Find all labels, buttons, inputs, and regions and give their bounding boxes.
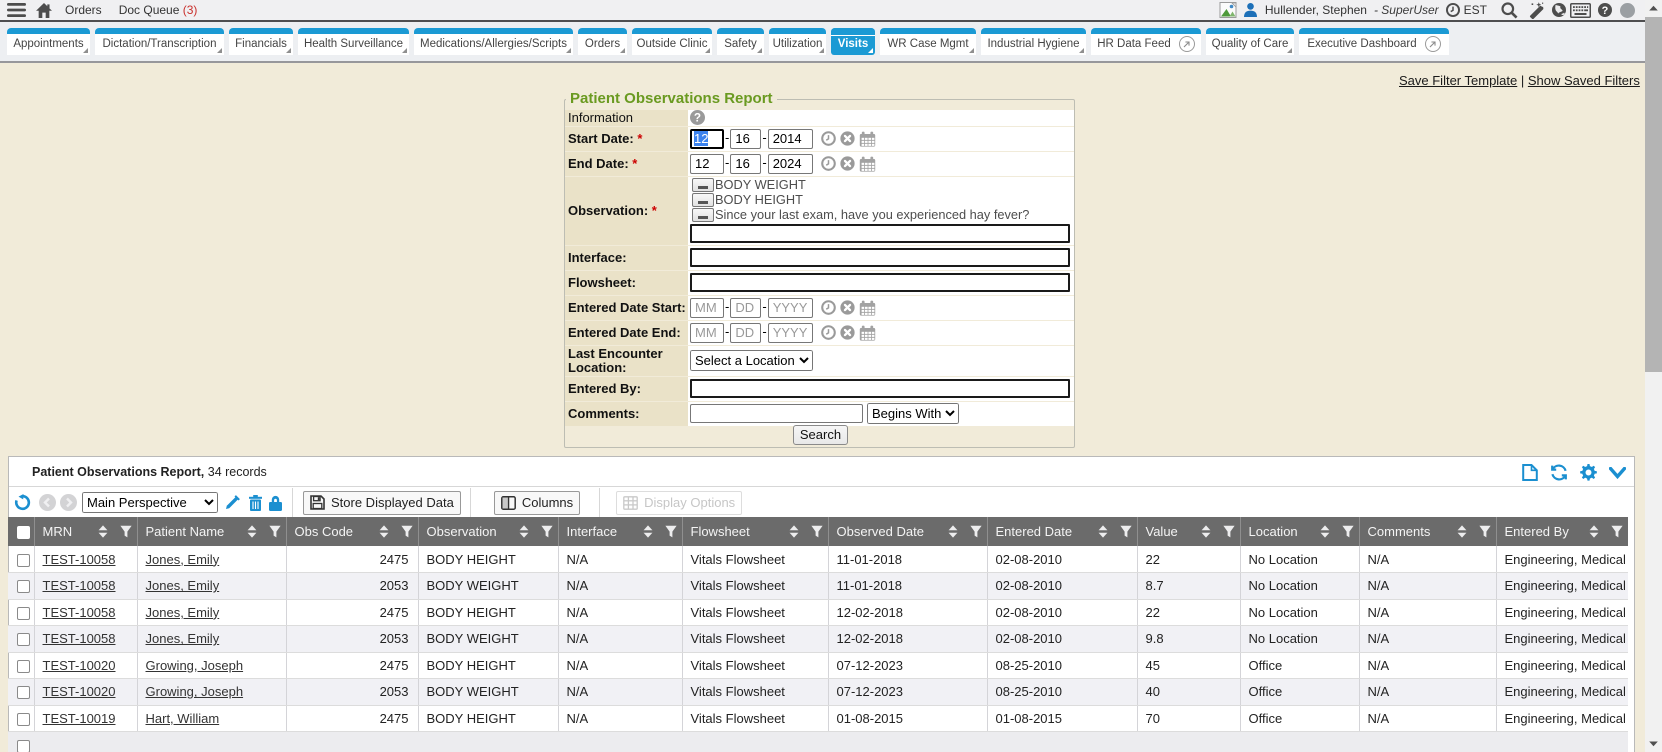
svg-text:?: ? <box>694 112 701 125</box>
svg-text:?: ? <box>1602 5 1609 17</box>
